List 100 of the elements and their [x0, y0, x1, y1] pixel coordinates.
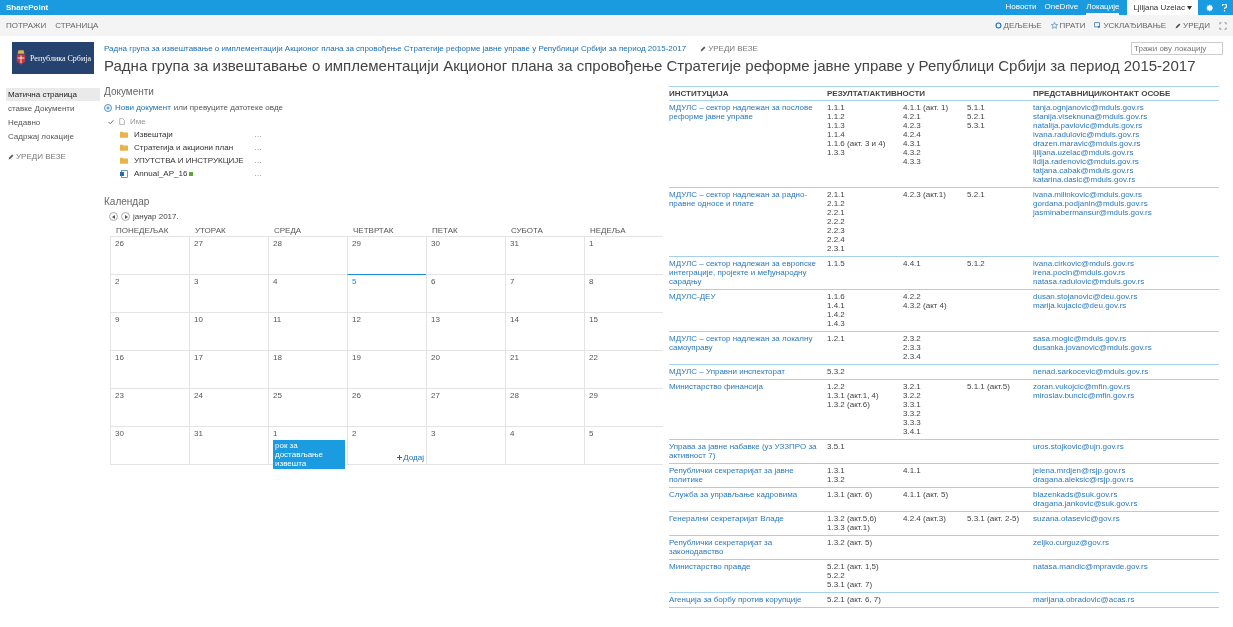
email-link[interactable]: ivana.cirkovic@mduls.gov.rs: [1033, 259, 1219, 268]
ribbon-tab[interactable]: СТРАНИЦА: [55, 21, 99, 30]
calendar-day[interactable]: 27: [189, 236, 268, 275]
site-logo[interactable]: Република Србија: [12, 42, 94, 74]
add-event-link[interactable]: Додај: [397, 453, 424, 462]
more-menu[interactable]: …: [254, 143, 262, 152]
nav-item[interactable]: Садржај локације: [6, 130, 100, 143]
edit-links-button[interactable]: УРЕДИ ВЕЗЕ: [6, 152, 100, 161]
calendar-day[interactable]: 31: [505, 236, 584, 275]
email-link[interactable]: suzana.otasevic@gov.rs: [1033, 514, 1219, 523]
calendar-day[interactable]: 28: [268, 236, 347, 275]
more-menu[interactable]: …: [254, 156, 262, 165]
email-link[interactable]: natasa.mandic@mpravde.gov.rs: [1033, 562, 1219, 571]
email-link[interactable]: blazenkads@suk.gov.rs: [1033, 490, 1219, 499]
institution-link[interactable]: Министарство правде: [669, 562, 827, 571]
email-link[interactable]: dusan.stojanovic@deu.gov.rs: [1033, 292, 1219, 301]
email-link[interactable]: tanja.ognjanovic@mduls.gov.rs: [1033, 103, 1219, 112]
institution-link[interactable]: Управа за јавне набавке (уз УЗЗПРО за активност 7): [669, 442, 827, 460]
institution-link[interactable]: МДУЛС – Управни инспекторат: [669, 367, 827, 376]
focus-icon[interactable]: [1219, 21, 1227, 30]
institution-link[interactable]: Републички секретаријат за законодавство: [669, 538, 827, 556]
email-link[interactable]: dragana.aleksic@rsjp.gov.rs: [1033, 475, 1219, 484]
email-link[interactable]: natasa.radulovic@mduls.gov.rs: [1033, 277, 1219, 286]
email-link[interactable]: lidija.radenovic@mduls.gov.rs: [1033, 157, 1219, 166]
ribbon-action[interactable]: УРЕДИ: [1175, 21, 1210, 30]
email-link[interactable]: irena.pocin@mduls.gov.rs: [1033, 268, 1219, 277]
weekday-label: ЧЕТВРТАК: [352, 226, 395, 236]
calendar-day[interactable]: 5: [347, 274, 426, 313]
plus-circle-icon[interactable]: [104, 103, 112, 112]
email-link[interactable]: drazen.maravic@mduls.gov.rs: [1033, 139, 1219, 148]
nav-item[interactable]: Недавно: [6, 116, 100, 129]
brand-label[interactable]: SharePoint: [6, 3, 49, 12]
email-link[interactable]: sasa.mogic@mduls.gov.rs: [1033, 334, 1219, 343]
email-link[interactable]: stanija.viseknuna@mduls.gov.rs: [1033, 112, 1219, 121]
email-link[interactable]: natalija.pavlovic@mduls.gov.rs: [1033, 121, 1219, 130]
document-link[interactable]: УПУТСТВА И ИНСТРУКЦИЈЕ: [134, 156, 254, 165]
institution-link[interactable]: Републички секретаријат за јавне политике: [669, 466, 827, 484]
help-icon[interactable]: [1222, 3, 1227, 12]
email-link[interactable]: zoran.vukojcic@mfin.gov.rs: [1033, 382, 1219, 391]
institution-link[interactable]: Агенција за борбу против корупције: [669, 595, 827, 604]
calendar-event[interactable]: рок за достављање извешта: [273, 440, 345, 469]
calendar-day[interactable]: 31: [189, 426, 268, 465]
suite-link[interactable]: OneDrive: [1044, 0, 1079, 15]
new-document-link[interactable]: Нови документ: [115, 103, 171, 112]
institution-link[interactable]: МДУЛС – сектор надлежан за послове реформе јавне управе: [669, 103, 827, 121]
edit-links-button[interactable]: УРЕДИ ВЕЗЕ: [700, 44, 758, 53]
institution-link[interactable]: Министарство финансија: [669, 382, 827, 391]
settings-icon[interactable]: [1206, 3, 1214, 12]
email-link[interactable]: tatjana.cabak@mduls.gov.rs: [1033, 166, 1219, 175]
nav-item[interactable]: ставке Документи: [6, 102, 100, 115]
ribbon-tab[interactable]: ПОТРАЖИ: [6, 21, 47, 30]
ribbon-action[interactable]: ДЕЉЕЊЕ: [994, 21, 1042, 30]
email-link[interactable]: zeljko.curguz@gov.rs: [1033, 538, 1219, 547]
calendar-day[interactable]: 30: [426, 236, 505, 275]
document-link[interactable]: Извештаји: [134, 130, 254, 139]
more-menu[interactable]: …: [254, 130, 262, 139]
institution-link[interactable]: МДУЛС – сектор надлежан за локалну самоуправу: [669, 334, 827, 352]
email-link[interactable]: nenad.sarkocevic@mduls.gov.rs: [1033, 367, 1219, 376]
column-header[interactable]: Име: [130, 117, 146, 126]
user-menu[interactable]: Ljiljana Uzelac: [1127, 0, 1198, 15]
institution-link[interactable]: Генерални секретаријат Владе: [669, 514, 827, 523]
ribbon-action[interactable]: ПРАТИ: [1050, 21, 1086, 30]
email-link[interactable]: marija.kujacic@deu.gov.rs: [1033, 301, 1219, 310]
previous-month-button[interactable]: [109, 212, 118, 221]
email-link[interactable]: ivana.milinkovic@mduls.gov.rs: [1033, 190, 1219, 199]
more-menu[interactable]: …: [254, 169, 262, 178]
calendar-day[interactable]: 30: [110, 426, 189, 465]
suite-link[interactable]: Новости: [1005, 0, 1037, 15]
email-link[interactable]: ivana.radulovic@mduls.gov.rs: [1033, 130, 1219, 139]
calendar-day[interactable]: 2 Додај: [347, 426, 426, 465]
institution-link[interactable]: Служба за управљање кадровима: [669, 490, 827, 499]
email-link[interactable]: gordana.podjanin@mduls.gov.rs: [1033, 199, 1219, 208]
search-field[interactable]: Тражи ову локацију: [1131, 42, 1223, 55]
day-number: 3: [431, 429, 436, 438]
ribbon-action[interactable]: УСКЛАЂИВАЊЕ: [1094, 21, 1167, 30]
email-link[interactable]: miroslav.buncic@mfin.gov.rs: [1033, 391, 1219, 400]
calendar-day[interactable]: 5: [584, 426, 663, 465]
new-marker-icon: [189, 171, 194, 176]
email-link[interactable]: jelena.mrdjen@rsjp.gov.rs: [1033, 466, 1219, 475]
next-month-button[interactable]: [121, 212, 130, 221]
document-link[interactable]: Annual_AP_16: [134, 169, 254, 178]
institution-link[interactable]: МДУЛС – сектор надлежан за радно-правне односе и плате: [669, 190, 827, 208]
document-link[interactable]: Стратегија и акциони план: [134, 143, 254, 152]
email-link[interactable]: dragana.jankovic@suk.gov.rs: [1033, 499, 1219, 508]
email-link[interactable]: uros.stojkovic@ujn.gov.rs: [1033, 442, 1219, 451]
calendar-day[interactable]: 26: [110, 236, 189, 275]
email-link[interactable]: dusanka.jovanovic@mduls.gov.rs: [1033, 343, 1219, 352]
calendar-day[interactable]: 4: [505, 426, 584, 465]
email-link[interactable]: jasminabermansur@mduls.gov.rs: [1033, 208, 1219, 217]
institution-link[interactable]: МДУЛС – сектор надлежан за европске интеграције, пројекте и међународну сарадњу: [669, 259, 827, 286]
email-link[interactable]: katarina.dasic@mduls.gov.rs: [1033, 175, 1219, 184]
institution-link[interactable]: МДУЛС-ДЕУ: [669, 292, 827, 301]
checkmark-icon[interactable]: [108, 118, 114, 125]
email-link[interactable]: marijana.obradovic@acas.rs: [1033, 595, 1219, 604]
email-link[interactable]: ljiljana.uzelac@mduls.gov.rs: [1033, 148, 1219, 157]
calendar-day[interactable]: 29: [347, 236, 426, 275]
breadcrumb-link[interactable]: Радна група за извештавање о имплементацији Акционог плана за спровођење Стратегије реформе јавне управе у Републици Србији за период 2015-2017: [104, 44, 687, 53]
calendar-day[interactable]: 3: [426, 426, 505, 465]
calendar-day[interactable]: 1: [584, 236, 663, 275]
nav-item[interactable]: Матична страница: [6, 88, 100, 101]
